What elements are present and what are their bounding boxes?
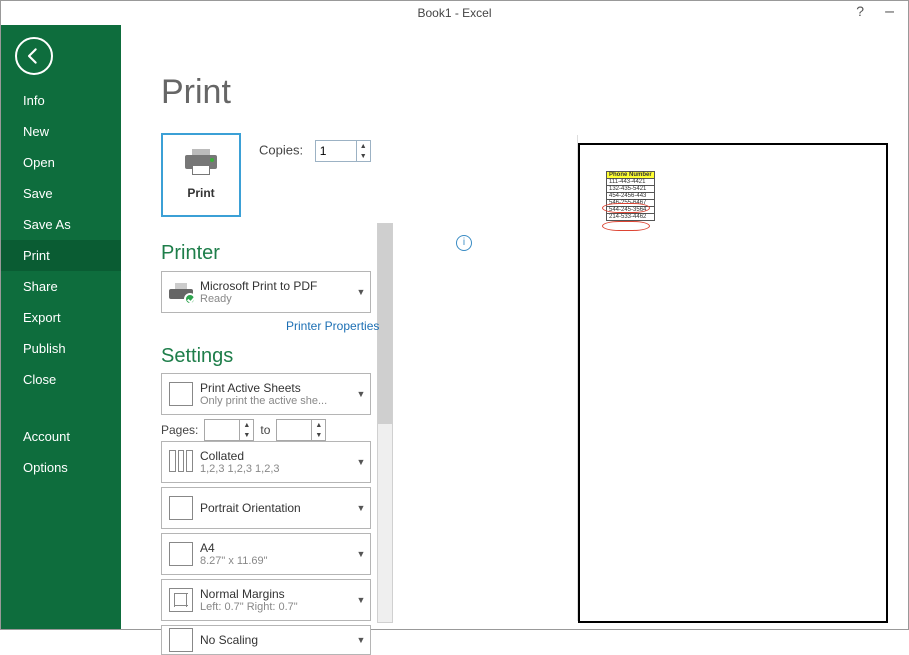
- printer-device: Microsoft Print to PDF: [200, 279, 352, 293]
- settings-section-title: Settings: [161, 345, 233, 368]
- backstage-sidebar: Info New Open Save Save As Print Share E…: [1, 25, 121, 629]
- copies-input[interactable]: [316, 141, 356, 161]
- arrow-left-icon: [24, 46, 44, 66]
- page-title: Print: [161, 73, 231, 112]
- sidebar-item-save[interactable]: Save: [1, 178, 121, 209]
- preview-cell: 214-533-4462: [607, 214, 655, 221]
- printer-dropdown[interactable]: Microsoft Print to PDF Ready ▼: [161, 271, 371, 313]
- pages-from-input[interactable]: [205, 420, 239, 440]
- chevron-down-icon: ▼: [352, 549, 370, 559]
- annotation-circle: [602, 221, 650, 231]
- collate-icon: [162, 442, 200, 482]
- spin-up-icon[interactable]: ▲: [312, 420, 325, 430]
- print-preview: Phone Number 111-443-4421 132-435-5421 4…: [578, 143, 888, 623]
- sidebar-item-options[interactable]: Options: [1, 452, 121, 483]
- paper-label: A4: [200, 541, 352, 555]
- print-button[interactable]: Print: [161, 133, 241, 217]
- printer-icon: [183, 145, 219, 175]
- paper-icon: [162, 534, 200, 574]
- copies-label: Copies:: [259, 142, 303, 157]
- titlebar: Book1 - Excel ? –: [1, 1, 908, 25]
- copies-up-icon[interactable]: ▲: [357, 141, 370, 151]
- orientation-label: Portrait Orientation: [200, 501, 352, 515]
- print-what-sub: Only print the active she...: [200, 395, 352, 407]
- chevron-down-icon: ▼: [352, 389, 370, 399]
- settings-scrollbar[interactable]: [377, 223, 393, 623]
- collate-sub: 1,2,3 1,2,3 1,2,3: [200, 463, 352, 475]
- paper-sub: 8.27" x 11.69": [200, 555, 352, 567]
- sidebar-item-account[interactable]: Account: [1, 421, 121, 452]
- margins-icon: [162, 580, 200, 620]
- printer-status: Ready: [200, 293, 352, 305]
- pages-to-input[interactable]: [277, 420, 311, 440]
- copies-down-icon[interactable]: ▼: [357, 151, 370, 161]
- printer-ready-icon: [162, 272, 200, 312]
- chevron-down-icon: ▼: [352, 503, 370, 513]
- window-title: Book1 - Excel: [417, 1, 491, 25]
- chevron-down-icon: ▼: [352, 635, 370, 645]
- margins-sub: Left: 0.7" Right: 0.7": [200, 601, 352, 613]
- copies-row: Copies: ▲ ▼: [259, 140, 371, 162]
- back-button[interactable]: [15, 37, 53, 75]
- sidebar-item-open[interactable]: Open: [1, 147, 121, 178]
- sidebar-item-share[interactable]: Share: [1, 271, 121, 302]
- spin-up-icon[interactable]: ▲: [240, 420, 253, 430]
- chevron-down-icon: ▼: [352, 457, 370, 467]
- print-button-label: Print: [163, 186, 239, 200]
- sidebar-item-publish[interactable]: Publish: [1, 333, 121, 364]
- portrait-icon: [162, 488, 200, 528]
- preview-table: Phone Number 111-443-4421 132-435-5421 4…: [606, 171, 655, 221]
- print-what-dropdown[interactable]: Print Active Sheets Only print the activ…: [161, 373, 371, 415]
- print-what-label: Print Active Sheets: [200, 381, 352, 395]
- sidebar-item-close[interactable]: Close: [1, 364, 121, 395]
- margins-dropdown[interactable]: Normal Margins Left: 0.7" Right: 0.7" ▼: [161, 579, 371, 621]
- sidebar-item-saveas[interactable]: Save As: [1, 209, 121, 240]
- scaling-icon: [162, 626, 200, 654]
- sidebar-item-new[interactable]: New: [1, 116, 121, 147]
- collate-label: Collated: [200, 449, 352, 463]
- scaling-label: No Scaling: [200, 633, 352, 647]
- preview-header: Phone Number: [607, 172, 655, 179]
- pages-label: Pages:: [161, 423, 198, 437]
- pages-row: Pages: ▲▼ to ▲▼: [161, 419, 326, 441]
- paper-size-dropdown[interactable]: A4 8.27" x 11.69" ▼: [161, 533, 371, 575]
- print-page: Print Print Copies: ▲ ▼ Printer i: [121, 25, 908, 629]
- preview-cell: 544-245-3564: [607, 207, 655, 214]
- collate-dropdown[interactable]: Collated 1,2,3 1,2,3 1,2,3 ▼: [161, 441, 371, 483]
- sidebar-item-export[interactable]: Export: [1, 302, 121, 333]
- margins-label: Normal Margins: [200, 587, 352, 601]
- chevron-down-icon: ▼: [352, 595, 370, 605]
- orientation-dropdown[interactable]: Portrait Orientation ▼: [161, 487, 371, 529]
- preview-cell: 546-255-6467: [607, 200, 655, 207]
- help-icon[interactable]: ?: [856, 3, 864, 19]
- spin-down-icon[interactable]: ▼: [312, 430, 325, 440]
- pages-to-label: to: [260, 423, 270, 437]
- sidebar-item-info[interactable]: Info: [1, 85, 121, 116]
- preview-cell: 111-443-4421: [607, 179, 655, 186]
- printer-section-title: Printer: [161, 242, 220, 265]
- sidebar-item-print[interactable]: Print: [1, 240, 121, 271]
- copies-spin[interactable]: ▲ ▼: [315, 140, 371, 162]
- printer-properties-link[interactable]: Printer Properties: [286, 319, 379, 333]
- scrollbar-thumb[interactable]: [378, 224, 392, 424]
- chevron-down-icon: ▼: [352, 287, 370, 297]
- preview-cell: 454-2456-443: [607, 193, 655, 200]
- pages-to[interactable]: ▲▼: [276, 419, 326, 441]
- preview-cell: 132-435-5421: [607, 186, 655, 193]
- info-icon[interactable]: i: [456, 235, 472, 251]
- spin-down-icon[interactable]: ▼: [240, 430, 253, 440]
- sheets-icon: [162, 374, 200, 414]
- pages-from[interactable]: ▲▼: [204, 419, 254, 441]
- minimize-icon[interactable]: –: [885, 3, 894, 21]
